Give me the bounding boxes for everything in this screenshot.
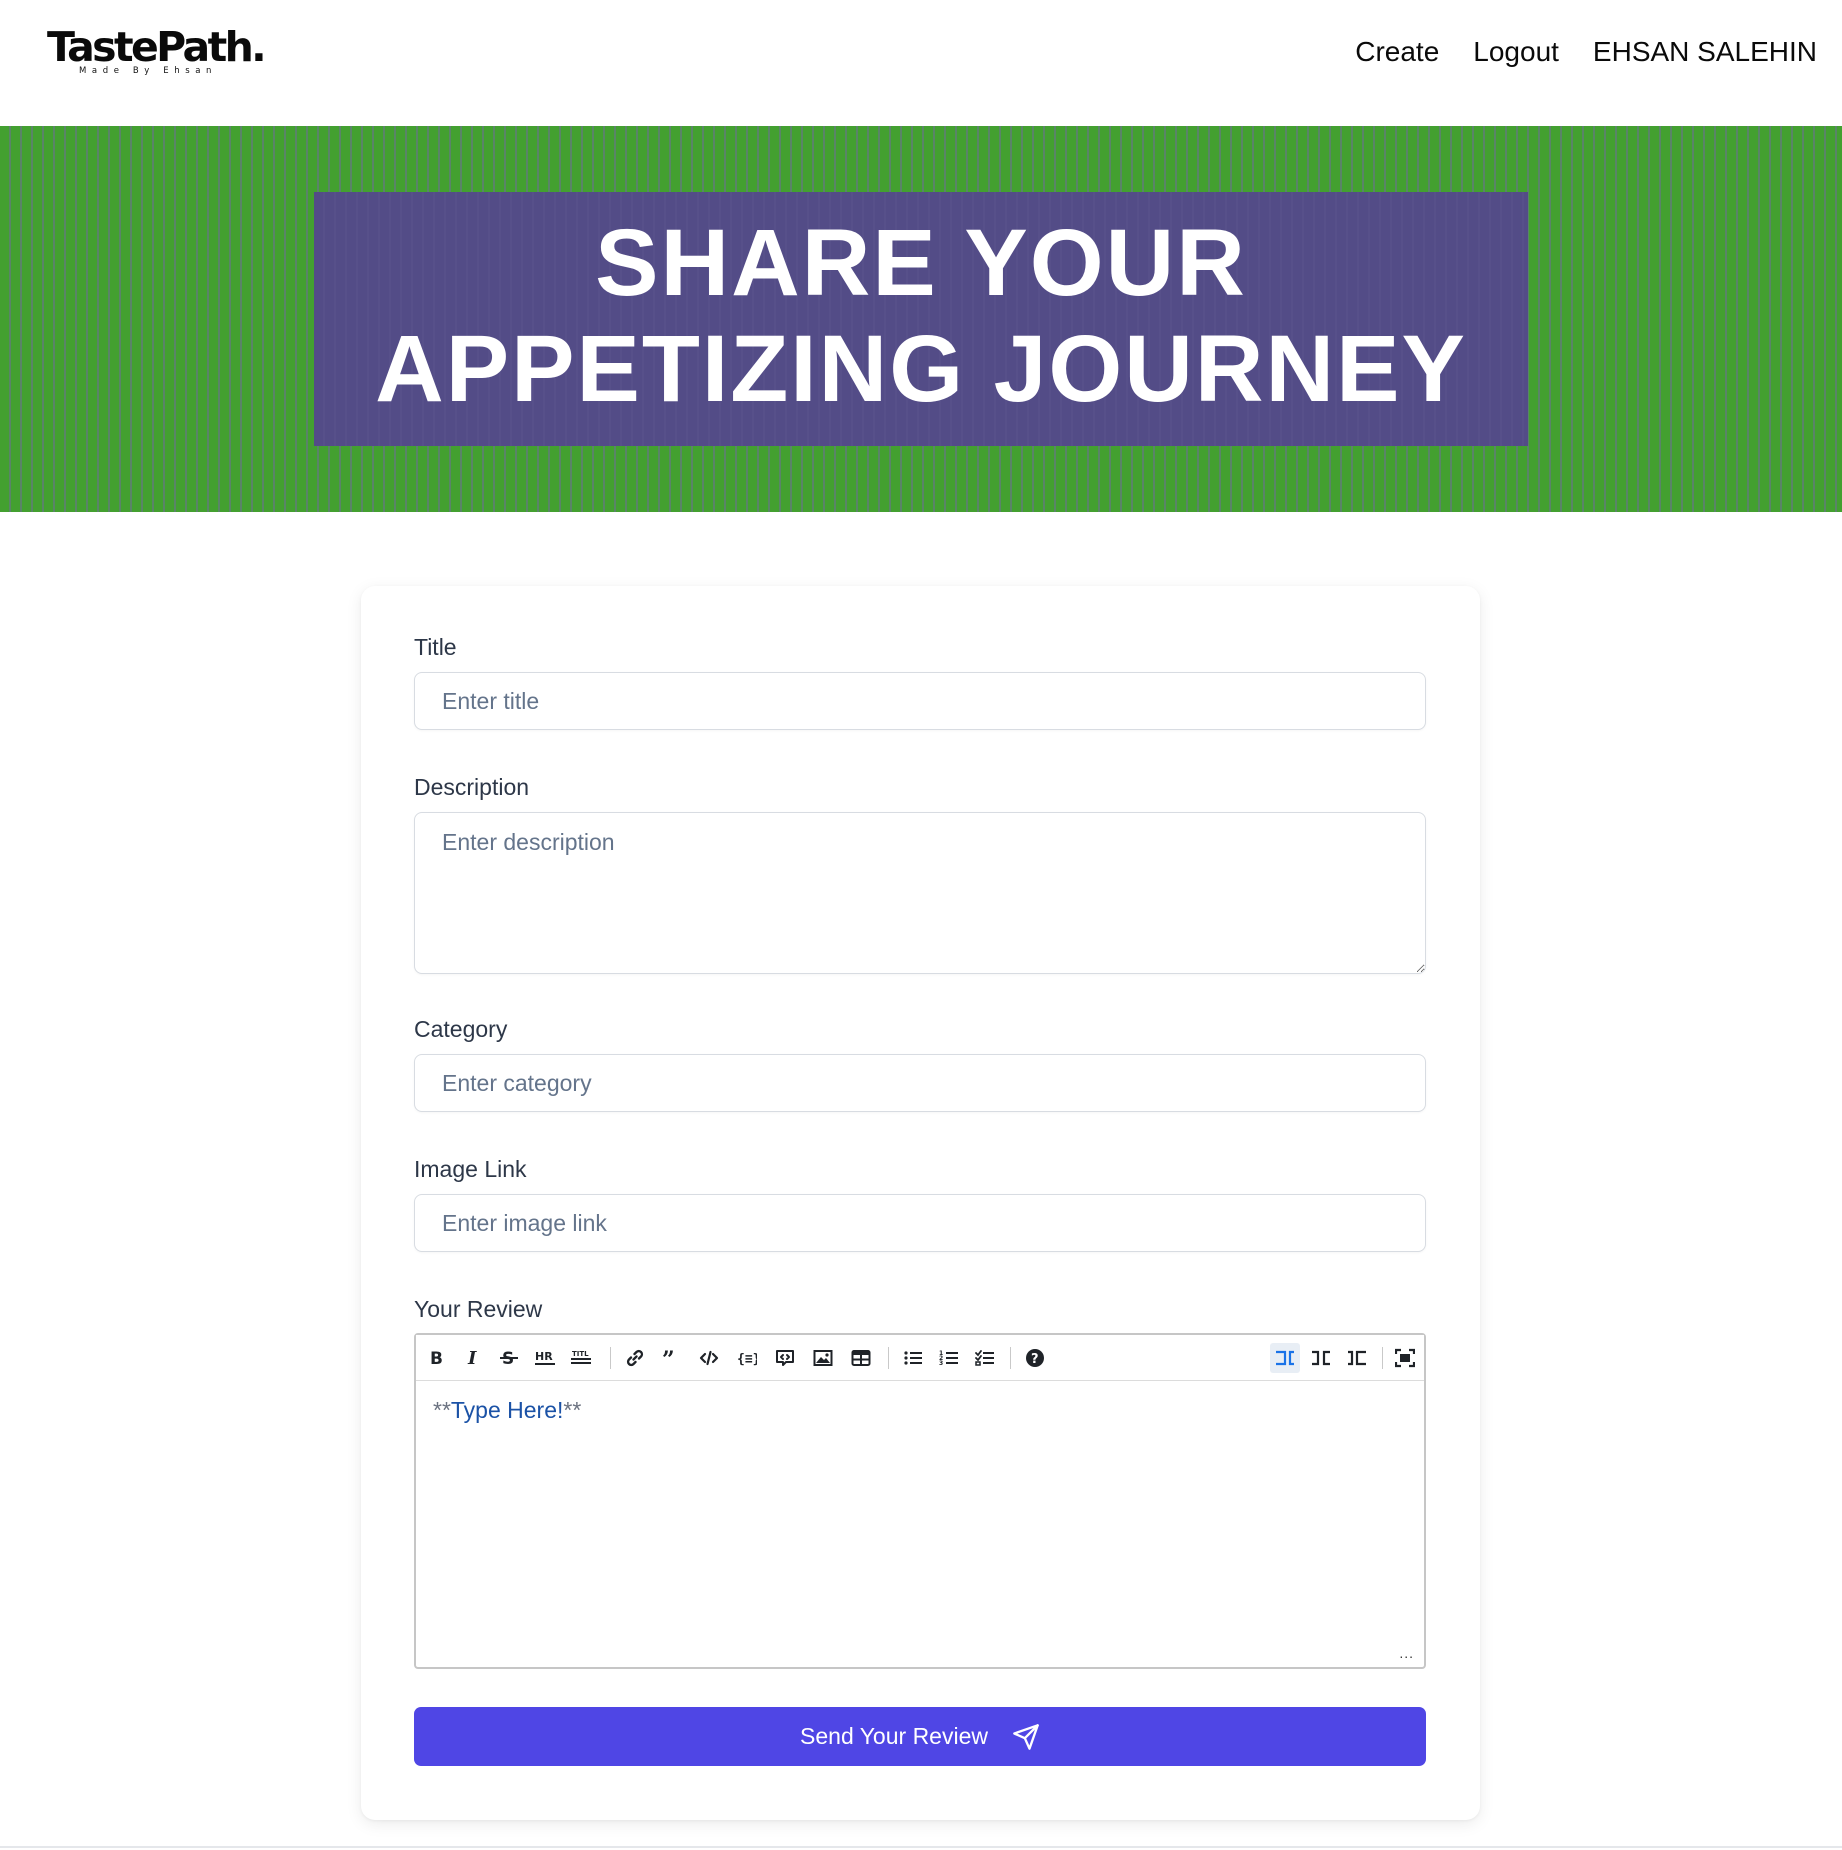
send-icon	[1013, 1723, 1039, 1750]
help-icon[interactable]: ?	[1020, 1343, 1050, 1373]
fullscreen-icon[interactable]	[1390, 1343, 1420, 1373]
svg-text:HR: HR	[535, 1350, 553, 1363]
svg-text:?: ?	[1031, 1352, 1039, 1367]
send-review-label: Send Your Review	[800, 1723, 988, 1749]
toolbar-separator	[888, 1347, 889, 1369]
image-link-input[interactable]	[414, 1194, 1426, 1252]
review-label: Your Review	[414, 1296, 543, 1322]
hero-title-line-2: APPETIZING JOURNEY	[375, 316, 1467, 422]
nav-create-link[interactable]: Create	[1355, 34, 1439, 70]
edit-mode-icon[interactable]	[1270, 1343, 1300, 1373]
hero-title-box: SHARE YOUR APPETIZING JOURNEY	[314, 192, 1528, 446]
toolbar-separator	[1010, 1347, 1011, 1369]
brand-name: TastePath.	[47, 23, 267, 71]
hero-banner: SHARE YOUR APPETIZING JOURNEY	[0, 126, 1842, 512]
brand-logo[interactable]: TastePath. Made By Ehsan	[47, 22, 267, 82]
ordered-list-icon[interactable]: 123	[934, 1343, 964, 1373]
svg-text:{≡}: {≡}	[737, 1352, 757, 1367]
live-mode-icon[interactable]	[1306, 1343, 1336, 1373]
category-label: Category	[414, 1016, 508, 1042]
title-input[interactable]	[414, 672, 1426, 730]
strikethrough-icon[interactable]: S	[494, 1343, 524, 1373]
toolbar-separator	[1382, 1347, 1383, 1369]
preview-mode-icon[interactable]	[1342, 1343, 1372, 1373]
category-input[interactable]	[414, 1054, 1426, 1112]
hr-icon[interactable]: HR	[530, 1343, 560, 1373]
markdown-editor[interactable]: B I S HR TITL ” {≡ 1 2 3 ? **Type Here!*…	[414, 1333, 1426, 1669]
image-link-label: Image Link	[414, 1156, 527, 1182]
nav-user-name[interactable]: EHSAN SALEHIN	[1593, 34, 1817, 70]
checklist-icon[interactable]	[970, 1343, 1000, 1373]
image-icon[interactable]	[808, 1343, 838, 1373]
description-textarea[interactable]	[414, 812, 1426, 974]
code-icon[interactable]	[694, 1343, 724, 1373]
editor-resize-handle[interactable]: ...	[1399, 1645, 1414, 1661]
title-label: Title	[414, 634, 457, 660]
svg-text:B: B	[430, 1349, 443, 1368]
svg-text:I: I	[467, 1348, 477, 1368]
svg-text:”: ”	[662, 1348, 675, 1368]
review-form-card: Title Description Category Image Link Yo…	[361, 586, 1480, 1820]
italic-icon[interactable]: I	[458, 1343, 488, 1373]
nav-links: Create Logout EHSAN SALEHIN	[1321, 34, 1817, 70]
svg-text:3: 3	[939, 1360, 943, 1367]
table-icon[interactable]	[846, 1343, 876, 1373]
toolbar-separator	[610, 1347, 611, 1369]
send-review-button[interactable]: Send Your Review	[414, 1707, 1426, 1766]
navbar: TastePath. Made By Ehsan Create Logout E…	[0, 0, 1842, 126]
title-icon[interactable]: TITL	[566, 1343, 596, 1373]
link-icon[interactable]	[620, 1343, 650, 1373]
unordered-list-icon[interactable]	[898, 1343, 928, 1373]
markdown-bold-suffix: **	[563, 1397, 582, 1423]
quote-icon[interactable]: ”	[656, 1343, 686, 1373]
description-label: Description	[414, 774, 530, 800]
brand-tagline: Made By Ehsan	[79, 66, 218, 76]
comment-icon[interactable]	[770, 1343, 800, 1373]
markdown-bold-prefix: **	[433, 1397, 451, 1423]
hero-title-line-1: SHARE YOUR	[595, 210, 1247, 316]
editor-content[interactable]: **Type Here!**	[433, 1397, 581, 1424]
editor-toolbar: B I S HR TITL ” {≡ 1 2 3 ?	[416, 1335, 1424, 1381]
page-bottom-divider	[0, 1846, 1842, 1848]
nav-logout-link[interactable]: Logout	[1473, 34, 1559, 70]
editor-text: Type Here!	[450, 1397, 564, 1423]
bold-icon[interactable]: B	[422, 1343, 452, 1373]
svg-text:TITL: TITL	[572, 1350, 589, 1358]
code-block-icon[interactable]: {≡}	[732, 1343, 762, 1373]
